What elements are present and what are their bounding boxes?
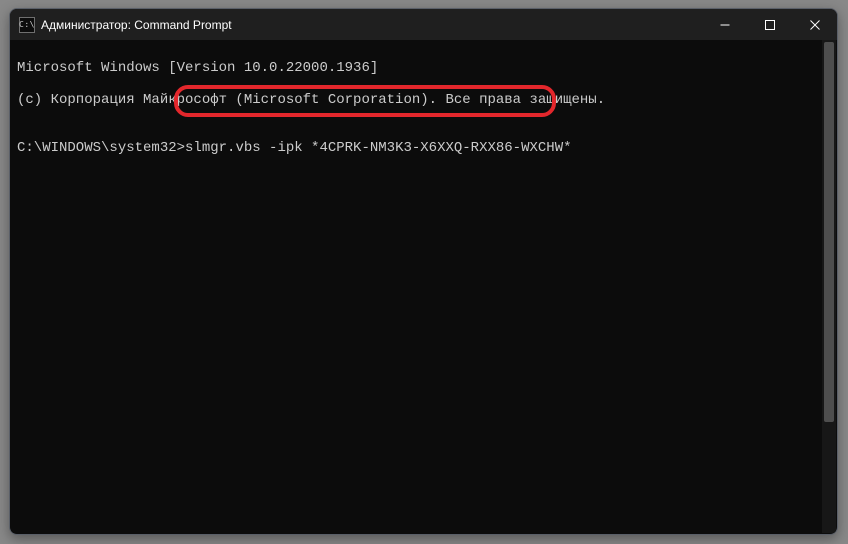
output-line-1: Microsoft Windows [Version 10.0.22000.19…	[17, 60, 830, 76]
vertical-scrollbar[interactable]	[822, 40, 836, 533]
output-line-2: (c) Корпорация Майкрософт (Microsoft Cor…	[17, 92, 830, 108]
cmd-icon: C:\	[19, 17, 35, 33]
terminal-output[interactable]: Microsoft Windows [Version 10.0.22000.19…	[11, 40, 836, 533]
prompt-path: C:\WINDOWS\system32>	[17, 140, 185, 156]
scrollbar-thumb[interactable]	[824, 42, 834, 422]
minimize-button[interactable]	[702, 9, 747, 40]
prompt-command: slmgr.vbs -ipk *4CPRK-NM3K3-X6XXQ-RXX86-…	[185, 140, 571, 156]
prompt-line: C:\WINDOWS\system32>slmgr.vbs -ipk *4CPR…	[17, 140, 830, 156]
maximize-button[interactable]	[747, 9, 792, 40]
maximize-icon	[765, 20, 775, 30]
titlebar[interactable]: C:\ Администратор: Command Prompt	[10, 9, 837, 40]
minimize-icon	[720, 20, 730, 30]
window-controls	[702, 9, 837, 40]
command-prompt-window: C:\ Администратор: Command Prompt	[9, 8, 838, 535]
window-title: Администратор: Command Prompt	[41, 18, 232, 32]
close-icon	[810, 20, 820, 30]
close-button[interactable]	[792, 9, 837, 40]
